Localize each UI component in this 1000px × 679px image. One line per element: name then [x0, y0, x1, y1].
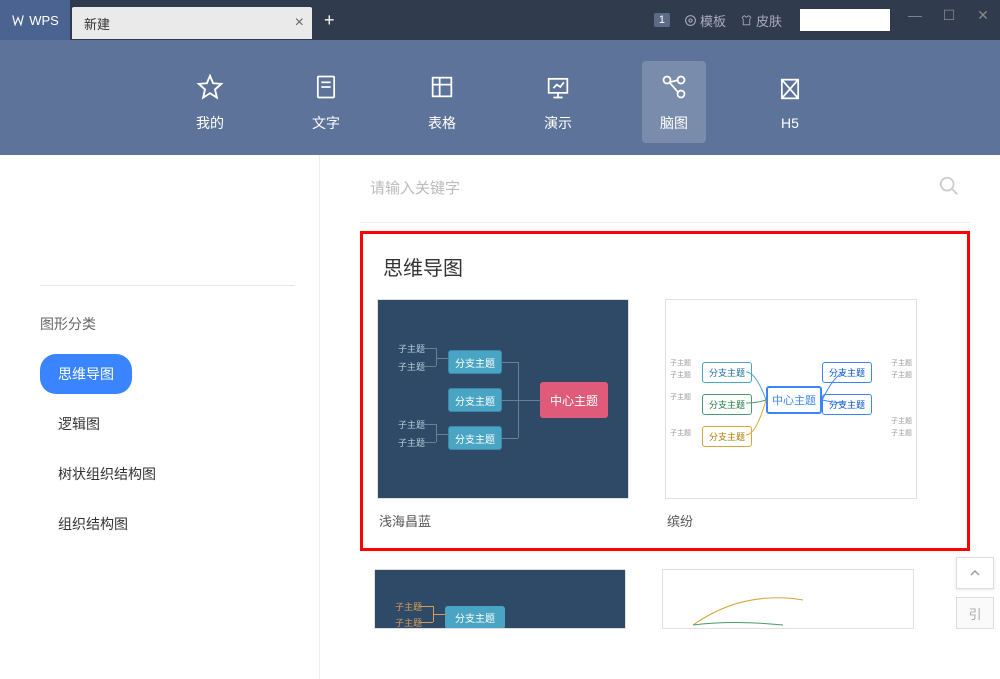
mm-sub-node: 子主题 [398, 360, 425, 373]
window-controls: — ☐ ✕ [898, 0, 1000, 30]
template-thumbnail-1: 中心主题 分支主题 分支主题 分支主题 子主题 子主题 子主题 子主题 [377, 299, 629, 499]
notification-badge[interactable]: 1 [654, 13, 670, 27]
close-tab-icon[interactable]: × [295, 14, 304, 32]
highlighted-section: 思维导图 中心主题 分支主题 分支主题 分支主题 子主题 子主题 子主题 子主题 [360, 231, 970, 551]
brand-text: WPS [29, 13, 59, 28]
new-tab-button[interactable]: + [324, 10, 335, 31]
sidebar-item-mindmap[interactable]: 思维导图 [40, 354, 132, 394]
presentation-icon [542, 71, 574, 103]
mm-sub-node: 子主题 [891, 416, 912, 426]
mm-branch-node: 分支主题 [702, 394, 752, 415]
tool-text[interactable]: 文字 [294, 61, 358, 143]
more-templates-row: 子主题 子主题 分支主题 [360, 569, 970, 629]
search-bar [360, 155, 970, 223]
tab-label: 新建 [84, 14, 110, 33]
template-thumbnail-2: 中心主题 分支主题 分支主题 分支主题 分支主题 分支主题 子主题 子主题 子主… [665, 299, 917, 499]
h5-icon [774, 73, 806, 105]
mm-sub-node: 子主题 [670, 358, 691, 368]
mm-branch-node: 分支主题 [448, 426, 502, 450]
category-toolbar: 我的 文字 表格 演示 脑图 H5 [0, 40, 1000, 155]
side-float-button[interactable]: 引 [956, 597, 994, 629]
skin-link[interactable]: 皮肤 [740, 11, 782, 30]
close-window-button[interactable]: ✕ [966, 0, 1000, 30]
scroll-to-top-button[interactable] [956, 557, 994, 589]
content-area: 思维导图 中心主题 分支主题 分支主题 分支主题 子主题 子主题 子主题 子主题 [320, 155, 1000, 679]
mm-sub-node: 子主题 [398, 342, 425, 355]
maximize-button[interactable]: ☐ [932, 0, 966, 30]
tool-sheet[interactable]: 表格 [410, 61, 474, 143]
wps-brand: WPS [0, 0, 70, 40]
document-icon [310, 71, 342, 103]
tool-mindmap[interactable]: 脑图 [642, 61, 706, 143]
mm-branch-node: 分支主题 [448, 350, 502, 374]
mm-sub-node: 子主题 [395, 616, 422, 629]
mm-sub-node: 子主题 [891, 370, 912, 380]
title-right-group: 1 模板 皮肤 [654, 0, 890, 40]
tool-h5[interactable]: H5 [758, 63, 822, 141]
skin-icon [740, 14, 753, 27]
mm-sub-node: 子主题 [670, 428, 691, 438]
mm-branch-node: 分支主题 [702, 362, 752, 383]
sidebar-divider [40, 285, 295, 286]
active-tab[interactable]: 新建 × [72, 7, 312, 39]
sidebar: 图形分类 思维导图 逻辑图 树状组织结构图 组织结构图 [0, 155, 320, 679]
search-input[interactable] [370, 180, 938, 197]
mm-sub-node: 子主题 [670, 392, 691, 402]
table-icon [426, 71, 458, 103]
tool-presentation[interactable]: 演示 [526, 61, 590, 143]
title-bar: WPS 新建 × + 1 模板 皮肤 — ☐ ✕ [0, 0, 1000, 40]
mm-center-node: 中心主题 [540, 382, 608, 418]
title-search-box[interactable] [800, 9, 890, 31]
mm-sub-node: 子主题 [395, 600, 422, 613]
templates-link[interactable]: 模板 [684, 11, 726, 30]
mm-center-node: 中心主题 [766, 386, 822, 414]
mm-branch-node: 分支主题 [822, 394, 872, 415]
mm-sub-node: 子主题 [398, 418, 425, 431]
template-label-2: 缤纷 [665, 511, 917, 530]
mm-sub-node: 子主题 [891, 428, 912, 438]
minimize-button[interactable]: — [898, 0, 932, 30]
template-cards: 中心主题 分支主题 分支主题 分支主题 子主题 子主题 子主题 子主题 [377, 299, 953, 530]
template-card-2[interactable]: 中心主题 分支主题 分支主题 分支主题 分支主题 分支主题 子主题 子主题 子主… [665, 299, 917, 530]
sidebar-item-logic[interactable]: 逻辑图 [40, 404, 118, 444]
sidebar-title: 图形分类 [40, 314, 295, 334]
mm-branch-node: 分支主题 [445, 606, 505, 629]
sidebar-item-tree-org[interactable]: 树状组织结构图 [40, 454, 174, 494]
section-title: 思维导图 [377, 252, 953, 281]
main-area: 图形分类 思维导图 逻辑图 树状组织结构图 组织结构图 思维导图 中心主题 分支… [0, 155, 1000, 679]
template-thumbnail-3[interactable]: 子主题 子主题 分支主题 [374, 569, 626, 629]
mm-sub-node: 子主题 [891, 358, 912, 368]
template-label-1: 浅海昌蓝 [377, 511, 629, 530]
mm-branch-node: 分支主题 [702, 426, 752, 447]
mm-sub-node: 子主题 [670, 370, 691, 380]
chevron-up-icon [967, 565, 983, 581]
mindmap-icon [658, 71, 690, 103]
mm-sub-node: 子主题 [398, 436, 425, 449]
wps-logo-icon [11, 13, 25, 27]
mm-branch-node: 分支主题 [448, 388, 502, 412]
star-icon [194, 71, 226, 103]
tool-my[interactable]: 我的 [178, 61, 242, 143]
template-card-1[interactable]: 中心主题 分支主题 分支主题 分支主题 子主题 子主题 子主题 子主题 [377, 299, 629, 530]
mm-branch-node: 分支主题 [822, 362, 872, 383]
template-thumbnail-4[interactable] [662, 569, 914, 629]
mm-curve [663, 570, 914, 629]
sidebar-item-org[interactable]: 组织结构图 [40, 504, 146, 544]
template-icon [684, 14, 697, 27]
search-icon[interactable] [938, 175, 960, 202]
